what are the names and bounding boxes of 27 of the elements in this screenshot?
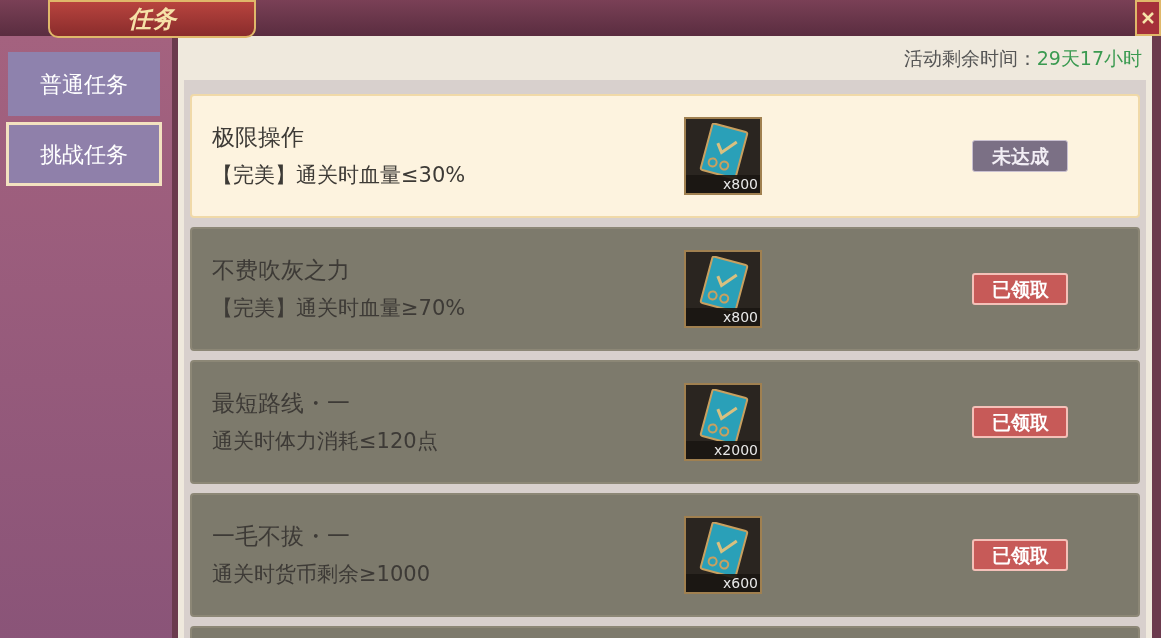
task-requirement: 通关时体力消耗≤120点 xyxy=(212,431,439,452)
reward-item[interactable]: x800 xyxy=(684,250,762,328)
task-title: 极限操作 xyxy=(212,126,305,149)
task-requirement: 【完美】通关时血量≤30% xyxy=(212,165,467,186)
reward-item[interactable]: x2000 xyxy=(684,383,762,461)
reward-item[interactable]: x800 xyxy=(684,117,762,195)
window-title: 任务 xyxy=(48,0,256,38)
reward-count: x800 xyxy=(686,175,760,193)
reward-count: x800 xyxy=(686,308,760,326)
reward-count: x600 xyxy=(686,574,760,592)
task-title: 最短路线・一 xyxy=(212,392,351,415)
reward-count: x2000 xyxy=(686,441,760,459)
task-title: 一毛不拔・一 xyxy=(212,525,351,548)
sidebar-tab[interactable]: 普通任务 xyxy=(8,52,160,116)
sidebar-tab[interactable]: 挑战任务 xyxy=(6,122,162,186)
time-left-label: 活动剩余时间： xyxy=(903,45,1037,71)
claimed-badge[interactable]: 已领取 xyxy=(972,406,1068,438)
task-requirement: 通关时货币剩余≥1000 xyxy=(212,564,432,585)
reward-item[interactable]: x600 xyxy=(684,516,762,594)
task-requirement: 【完美】通关时血量≥70% xyxy=(212,298,467,319)
claimed-badge[interactable]: 已领取 xyxy=(972,539,1068,571)
unfinished-badge[interactable]: 未达成 xyxy=(972,140,1068,172)
close-button[interactable] xyxy=(1135,0,1161,36)
task-title: 不费吹灰之力 xyxy=(212,259,351,282)
close-icon xyxy=(1141,11,1155,25)
time-left-value: 29天17小时 xyxy=(1036,45,1142,71)
claimed-badge[interactable]: 已领取 xyxy=(972,273,1068,305)
